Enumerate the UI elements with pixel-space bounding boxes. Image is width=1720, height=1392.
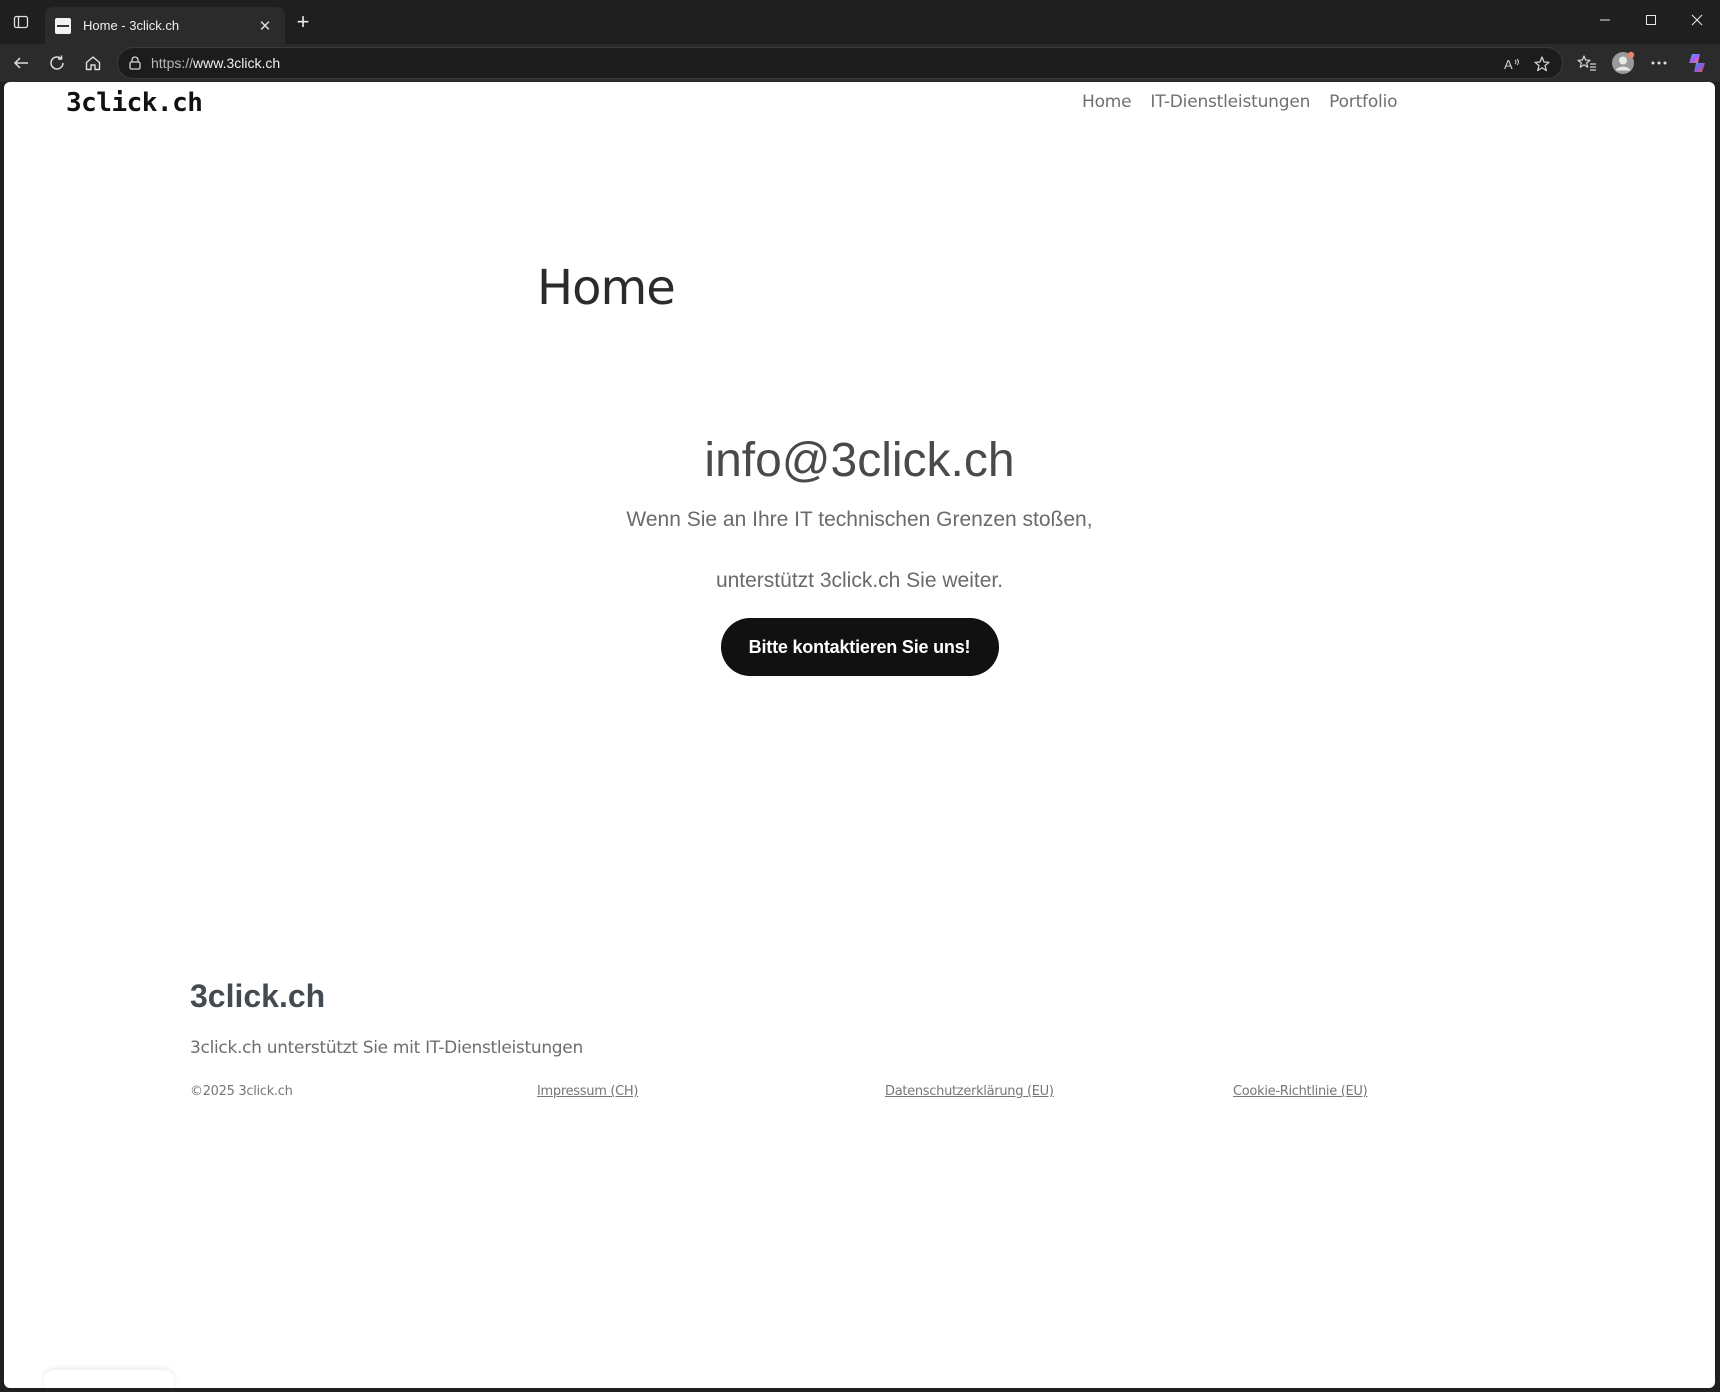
footer-tagline: 3click.ch unterstützt Sie mit IT-Dienstl… [190,1038,583,1058]
main-nav: Home IT-Dienstleistungen Portfolio [1082,92,1397,112]
url-text[interactable]: https://www.3click.ch [151,55,280,71]
more-options-icon[interactable] [1644,49,1674,77]
minimize-icon[interactable] [1582,0,1628,40]
footer-link-datenschutz[interactable]: Datenschutzerklärung (EU) [885,1084,1054,1099]
page-viewport: 3click.ch Home IT-Dienstleistungen Portf… [4,82,1715,1388]
lock-icon[interactable] [126,54,144,72]
site-logo[interactable]: 3click.ch [66,88,203,118]
window-controls [1582,0,1720,40]
reload-icon[interactable] [42,49,72,77]
hero-text-line-1: Wenn Sie an Ihre IT technischen Grenzen … [626,508,1093,531]
page-title: Home [537,260,676,316]
footer-link-cookie[interactable]: Cookie-Richtlinie (EU) [1233,1084,1368,1099]
tab-title: Home - 3click.ch [83,18,180,33]
url-scheme: https:// [151,55,194,71]
tab-close-icon[interactable]: ✕ [255,17,275,35]
favorites-icon[interactable] [1572,49,1602,77]
browser-tab-active[interactable]: Home - 3click.ch ✕ [45,7,285,44]
contact-button[interactable]: Bitte kontaktieren Sie uns! [720,618,999,676]
footer-link-impressum[interactable]: Impressum (CH) [537,1084,638,1099]
read-aloud-icon[interactable]: A [1502,54,1522,74]
nav-it-dienstleistungen[interactable]: IT-Dienstleistungen [1150,92,1310,112]
footer-logo: 3click.ch [190,978,326,1014]
back-icon[interactable] [6,49,36,77]
browser-toolbar: https://www.3click.ch A [0,44,1720,82]
new-tab-button[interactable]: + [290,10,316,36]
hero-email: info@3click.ch [704,434,1015,487]
site-favicon-icon [55,17,71,34]
address-bar[interactable]: https://www.3click.ch A [117,47,1563,79]
favorite-star-icon[interactable] [1532,54,1552,74]
maximize-icon[interactable] [1628,0,1674,40]
hero-text-line-2: unterstützt 3click.ch Sie weiter. [715,569,1004,592]
cookie-consent-tab[interactable] [44,1370,174,1388]
browser-titlebar: Home - 3click.ch ✕ + [0,0,1720,44]
hero-section: info@3click.ch Wenn Sie an Ihre IT techn… [4,432,1715,676]
nav-portfolio[interactable]: Portfolio [1329,92,1397,112]
nav-home[interactable]: Home [1082,92,1132,112]
home-icon[interactable] [78,49,108,77]
tab-actions-icon[interactable] [8,10,34,34]
svg-text:A: A [1504,57,1513,72]
copilot-icon[interactable] [1682,49,1712,77]
close-window-icon[interactable] [1674,0,1720,40]
url-host: www.3click.ch [193,55,281,71]
profile-avatar-icon[interactable] [1608,49,1638,77]
footer-copyright: ©2025 3click.ch [190,1084,293,1099]
